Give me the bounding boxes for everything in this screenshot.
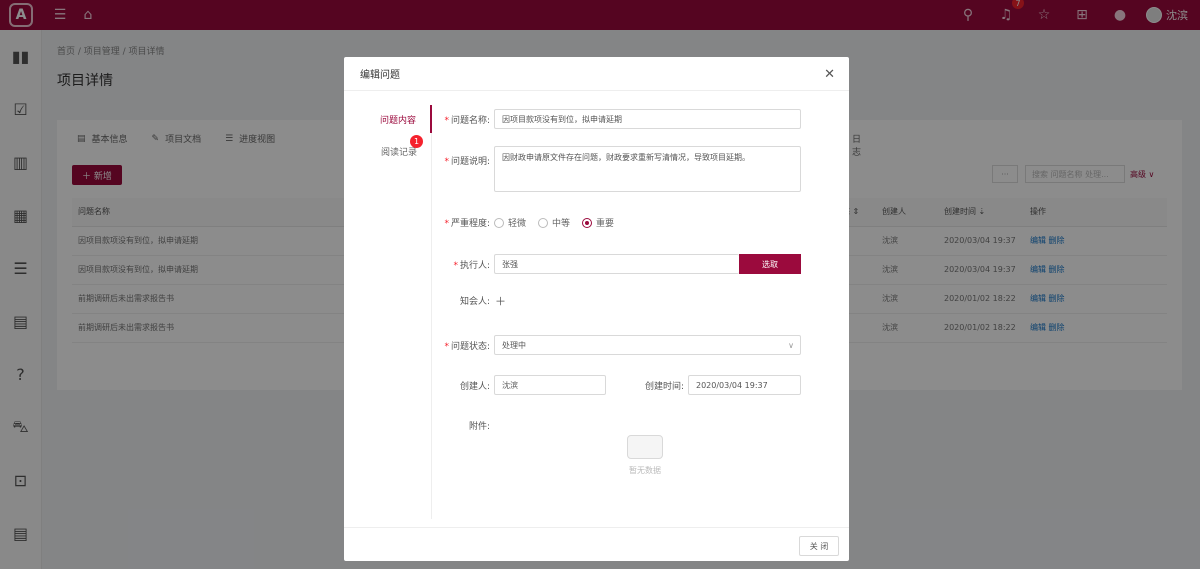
modal-title: 编辑问题 [344, 57, 849, 91]
assignee-label: 执行人: [459, 260, 490, 271]
modal-nav: 问题内容 阅读记录 1 [344, 105, 432, 519]
assignee-field[interactable]: 张强 [494, 254, 739, 274]
status-label: 问题状态: [450, 341, 490, 352]
nav-read-records[interactable]: 阅读记录 1 [344, 135, 431, 165]
empty-state: 暂无数据 [615, 435, 675, 476]
severity-radio-major[interactable]: 重要 [582, 216, 614, 229]
creator-field[interactable]: 沈滨 [494, 375, 606, 395]
close-button[interactable]: 关 闭 [799, 536, 839, 556]
select-assignee-button[interactable]: 选取 [739, 254, 801, 274]
name-label: 问题名称: [450, 115, 490, 126]
edit-issue-modal: 编辑问题 ✕ 问题内容 阅读记录 1 * 问题名称: 因项目款项没有到位，拟申请延… [344, 57, 849, 561]
nav-issue-content[interactable]: 问题内容 [344, 105, 432, 133]
created-time-field[interactable]: 2020/03/04 19:37 [688, 375, 801, 395]
close-icon[interactable]: ✕ [824, 67, 835, 82]
attachment-label: 附件: [468, 422, 490, 432]
empty-inbox-icon [627, 435, 663, 459]
desc-label: 问题说明: [450, 157, 490, 167]
add-cc-icon[interactable]: ＋ [494, 294, 507, 308]
read-count-badge: 1 [410, 135, 423, 148]
creator-label: 创建人: [459, 381, 490, 392]
created-time-label: 创建时间: [644, 381, 684, 392]
issue-description-field[interactable]: 因财政申请原文件存在问题，财政要求重新写清情况，导致项目延期。 [494, 146, 801, 192]
issue-name-field[interactable]: 因项目款项没有到位，拟申请延期 [494, 109, 801, 129]
severity-radio-medium[interactable]: 中等 [538, 216, 570, 229]
severity-radio-minor[interactable]: 轻微 [494, 216, 526, 229]
severity-label: 严重程度: [450, 219, 490, 229]
modal-footer: 关 闭 [344, 527, 849, 561]
status-select[interactable]: 处理中 ∨ [494, 335, 801, 355]
chevron-down-icon: ∨ [788, 340, 794, 350]
cc-label: 知会人: [459, 297, 490, 307]
